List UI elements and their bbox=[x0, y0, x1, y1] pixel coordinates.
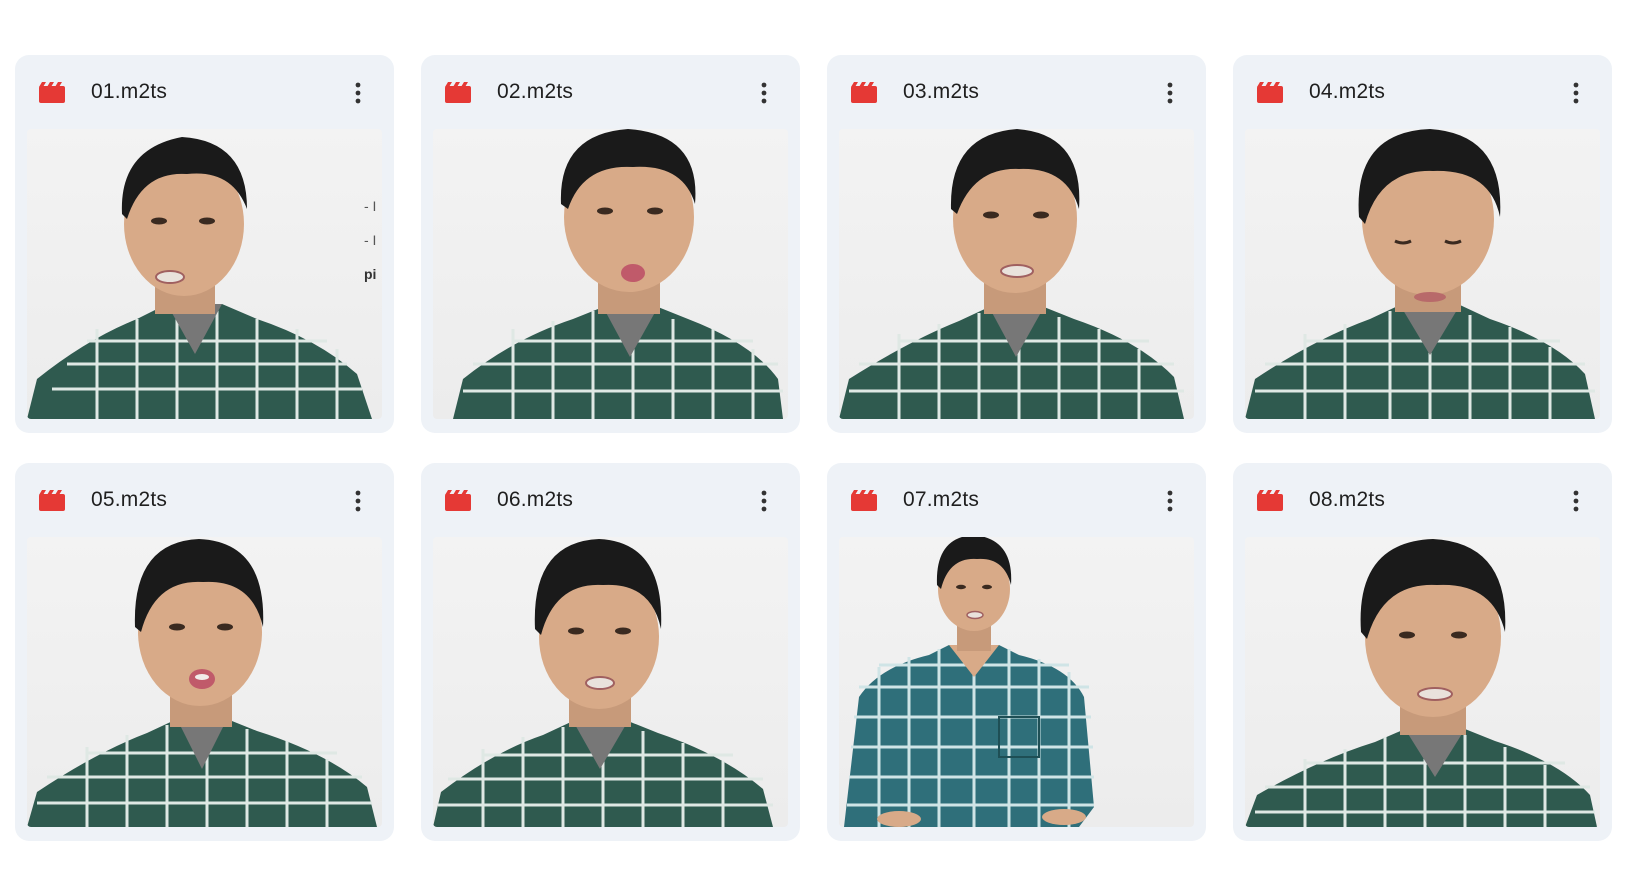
file-card[interactable]: 07.m2ts bbox=[827, 463, 1206, 841]
video-thumbnail[interactable] bbox=[839, 129, 1194, 419]
video-clapper-icon bbox=[851, 82, 877, 103]
video-clapper-icon bbox=[445, 82, 471, 103]
file-name: 01.m2ts bbox=[91, 80, 168, 103]
file-card-header: 07.m2ts bbox=[839, 463, 1194, 537]
video-clapper-icon bbox=[1257, 82, 1283, 103]
video-clapper-icon bbox=[39, 82, 65, 103]
person-image bbox=[433, 539, 773, 827]
file-name: 05.m2ts bbox=[91, 488, 168, 511]
more-vert-icon[interactable] bbox=[1160, 79, 1180, 107]
file-grid: 01.m2ts - I - I pi 02.m2ts 03.m2ts 04.m2… bbox=[15, 55, 1612, 841]
file-card[interactable]: 02.m2ts bbox=[421, 55, 800, 433]
video-thumbnail[interactable] bbox=[839, 537, 1194, 827]
file-card-header: 08.m2ts bbox=[1245, 463, 1600, 537]
file-card[interactable]: 08.m2ts bbox=[1233, 463, 1612, 841]
file-card[interactable]: 03.m2ts bbox=[827, 55, 1206, 433]
file-card-header: 05.m2ts bbox=[27, 463, 382, 537]
more-vert-icon[interactable] bbox=[1566, 79, 1586, 107]
video-thumbnail[interactable] bbox=[1245, 129, 1600, 419]
file-card-header: 04.m2ts bbox=[1245, 55, 1600, 129]
more-vert-icon[interactable] bbox=[348, 487, 368, 515]
more-vert-icon[interactable] bbox=[754, 79, 774, 107]
overlay-text-line: - I bbox=[364, 198, 377, 214]
file-name: 04.m2ts bbox=[1309, 80, 1386, 103]
file-card-header: 01.m2ts bbox=[27, 55, 382, 129]
video-thumbnail[interactable]: - I - I pi bbox=[27, 129, 382, 419]
file-name: 06.m2ts bbox=[497, 488, 574, 511]
more-vert-icon[interactable] bbox=[1566, 487, 1586, 515]
file-name: 03.m2ts bbox=[903, 80, 980, 103]
person-image bbox=[1245, 539, 1597, 827]
person-image bbox=[27, 539, 377, 827]
video-thumbnail[interactable] bbox=[27, 537, 382, 827]
person-image bbox=[839, 129, 1184, 419]
person-image bbox=[1245, 129, 1595, 419]
file-card-header: 03.m2ts bbox=[839, 55, 1194, 129]
video-thumbnail[interactable] bbox=[433, 537, 788, 827]
file-card[interactable]: 01.m2ts - I - I pi bbox=[15, 55, 394, 433]
overlay-text: - I - I pi bbox=[364, 189, 378, 291]
person-image bbox=[844, 537, 1094, 827]
more-vert-icon[interactable] bbox=[348, 79, 368, 107]
file-card-header: 06.m2ts bbox=[433, 463, 788, 537]
file-name: 07.m2ts bbox=[903, 488, 980, 511]
person-image bbox=[453, 129, 783, 419]
file-card-header: 02.m2ts bbox=[433, 55, 788, 129]
video-clapper-icon bbox=[1257, 490, 1283, 511]
file-name: 08.m2ts bbox=[1309, 488, 1386, 511]
file-name: 02.m2ts bbox=[497, 80, 574, 103]
video-thumbnail[interactable] bbox=[1245, 537, 1600, 827]
file-card[interactable]: 04.m2ts bbox=[1233, 55, 1612, 433]
file-card[interactable]: 06.m2ts bbox=[421, 463, 800, 841]
video-clapper-icon bbox=[39, 490, 65, 511]
video-thumbnail[interactable] bbox=[433, 129, 788, 419]
person-image bbox=[27, 137, 372, 419]
file-card[interactable]: 05.m2ts bbox=[15, 463, 394, 841]
video-clapper-icon bbox=[851, 490, 877, 511]
more-vert-icon[interactable] bbox=[1160, 487, 1180, 515]
video-clapper-icon bbox=[445, 490, 471, 511]
more-vert-icon[interactable] bbox=[754, 487, 774, 515]
overlay-text-line: pi bbox=[364, 266, 377, 282]
overlay-text-line: - I bbox=[364, 232, 377, 248]
